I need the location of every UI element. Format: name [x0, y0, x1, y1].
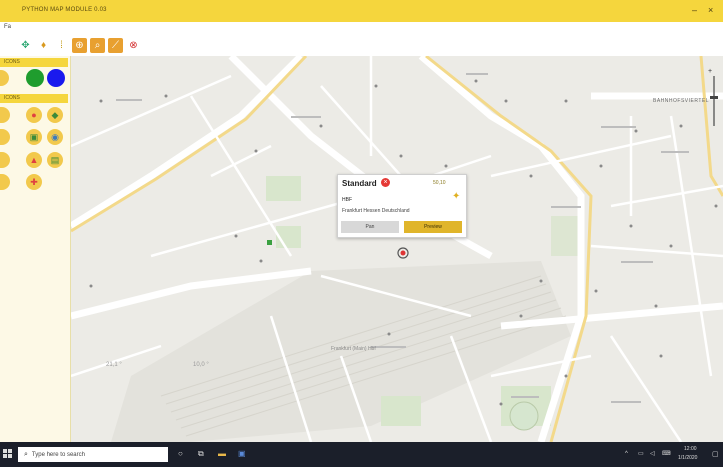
search-tool-icon[interactable]: ⌕	[90, 38, 105, 53]
task-view-icon[interactable]: ⧉	[198, 449, 204, 459]
map-canvas[interactable]: BAHNHOFSVIERTEL Frankfurt (Main) Hbf +	[71, 56, 723, 442]
yellow-color-swatch[interactable]	[0, 70, 9, 86]
marker-icon[interactable]	[0, 152, 10, 168]
medical-cross-icon[interactable]: ✚	[26, 174, 42, 190]
location-popup: Standard × 50,10 HBF ✦ Frankfurt Hessen …	[337, 174, 467, 238]
marker-icon[interactable]	[0, 174, 10, 190]
app-icon[interactable]: ▣	[238, 449, 246, 459]
pan-tool-icon[interactable]: ✥	[18, 38, 33, 53]
green-color-swatch[interactable]	[26, 69, 44, 87]
pin-tool-icon[interactable]: ♦	[36, 38, 51, 53]
grid-tool-icon[interactable]: ⁞	[54, 38, 69, 53]
clock-time: 12:00	[684, 446, 697, 452]
blue-color-swatch[interactable]	[47, 69, 65, 87]
network-icon[interactable]: ▭	[638, 449, 644, 459]
fire-icon[interactable]: ▲	[26, 152, 42, 168]
shield-icon[interactable]: ◆	[47, 107, 63, 123]
longitude-value: 21,1 °	[106, 362, 122, 368]
latitude-value: 10,0 °	[193, 362, 209, 368]
preview-button[interactable]: Preview	[404, 221, 462, 233]
file-explorer-icon[interactable]: ▬	[218, 449, 226, 459]
globe-icon[interactable]: ◉	[47, 129, 63, 145]
lock-icon[interactable]: ▣	[26, 129, 42, 145]
toolbar: ✥ ♦ ⁞ ⊕ ⌕ ⟋ ⊗	[0, 35, 723, 56]
tray-chevron-icon[interactable]: ^	[625, 449, 628, 459]
search-icon: ⌕	[24, 450, 28, 458]
sidebar-section-header: ICONS	[0, 58, 68, 67]
alert-icon[interactable]: ●	[26, 107, 42, 123]
add-icon[interactable]: ✦	[452, 192, 460, 202]
zoom-in-icon[interactable]: +	[708, 68, 712, 75]
taskbar: ⌕ Type here to search ○ ⧉ ▬ ▣ ^ ▭ ◁ ⌨ 12…	[0, 442, 723, 467]
popup-place-name: HBF	[342, 197, 352, 203]
pan-button[interactable]: Pan	[341, 221, 399, 233]
building-icon[interactable]: ▤	[47, 152, 63, 168]
station-label: Frankfurt (Main) Hbf	[331, 346, 376, 352]
clock-date: 1/1/2020	[678, 455, 698, 461]
notification-icon[interactable]: ▢	[712, 450, 719, 458]
sidebar-section-header: ICONS	[0, 94, 68, 103]
marker-icon[interactable]	[0, 129, 10, 145]
district-label: BAHNHOFSVIERTEL	[653, 98, 710, 104]
close-icon[interactable]: ×	[381, 178, 390, 187]
language-icon[interactable]: ⌨	[662, 449, 671, 459]
start-icon[interactable]	[3, 449, 13, 459]
measure-tool-icon[interactable]: ⟋	[108, 38, 123, 53]
stop-tool-icon[interactable]: ⊗	[126, 38, 141, 53]
cortana-icon[interactable]: ○	[178, 449, 183, 459]
volume-icon[interactable]: ◁	[650, 449, 655, 459]
sidebar: ICONS ICONS ● ◆ ▣ ◉ ▲ ▤ ✚	[0, 56, 71, 442]
marker-icon[interactable]	[0, 107, 10, 123]
popup-address: Frankfurt Hessen Deutschland	[342, 208, 410, 214]
menu-bar: Fa	[0, 22, 723, 36]
window-title: PYTHON MAP MODULE 0.03	[22, 7, 107, 13]
title-bar: PYTHON MAP MODULE 0.03 – ×	[0, 0, 723, 22]
taskbar-search[interactable]: ⌕ Type here to search	[18, 447, 168, 462]
map-streets	[71, 56, 723, 442]
popup-coordinate: 50,10	[433, 180, 446, 186]
search-placeholder: Type here to search	[31, 451, 85, 458]
menu-item[interactable]: Fa	[4, 24, 11, 30]
close-button[interactable]: ×	[708, 6, 713, 15]
minimize-button[interactable]: –	[692, 6, 697, 15]
popup-title: Standard	[342, 179, 377, 188]
zoom-tool-icon[interactable]: ⊕	[72, 38, 87, 53]
